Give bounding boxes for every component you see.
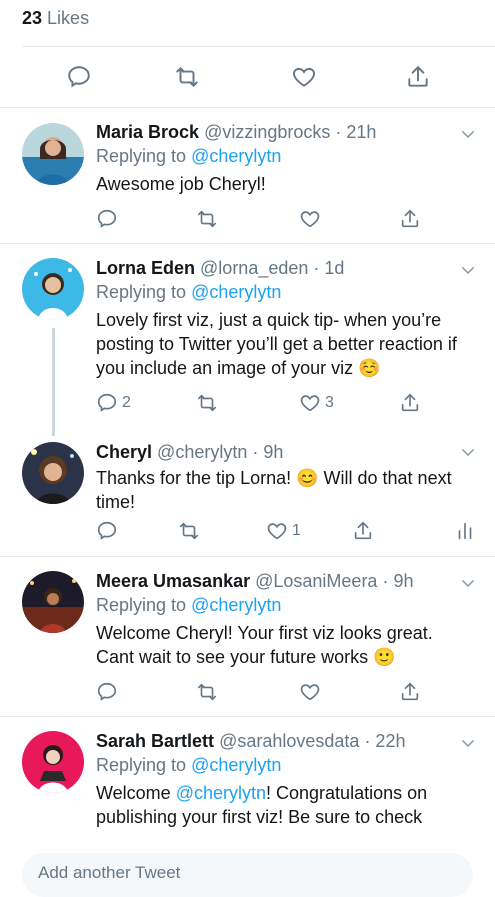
thread-line bbox=[52, 328, 55, 436]
replying-label: Replying to bbox=[96, 282, 187, 302]
like-button[interactable]: 1 bbox=[266, 520, 301, 542]
composer-placeholder: Add another Tweet bbox=[38, 863, 181, 882]
reply-count: 2 bbox=[122, 394, 131, 411]
share-button[interactable] bbox=[352, 520, 374, 542]
chevron-down-icon[interactable] bbox=[459, 734, 477, 752]
retweet-button[interactable] bbox=[196, 208, 218, 230]
chevron-down-icon[interactable] bbox=[459, 574, 477, 592]
retweet-icon[interactable] bbox=[174, 64, 200, 90]
mention-link[interactable]: @cherylytn bbox=[191, 146, 281, 166]
tweet-text: Welcome @cherylytn! Congratulations on p… bbox=[96, 781, 471, 829]
author-handle[interactable]: @sarahlovesdata bbox=[219, 731, 359, 751]
like-icon[interactable] bbox=[291, 64, 317, 90]
author-name[interactable]: Sarah Bartlett bbox=[96, 731, 214, 751]
analytics-icon bbox=[454, 520, 476, 542]
retweet-button[interactable] bbox=[178, 520, 200, 542]
timestamp: · 22h bbox=[364, 731, 406, 751]
mention-link[interactable]: @cherylytn bbox=[191, 595, 281, 615]
replying-label: Replying to bbox=[96, 146, 187, 166]
reply-tweet[interactable]: Sarah Bartlett @sarahlovesdata · 22h Rep… bbox=[0, 717, 495, 847]
timestamp: · 9h bbox=[382, 571, 414, 591]
timestamp: · 9h bbox=[252, 442, 284, 462]
retweet-icon bbox=[196, 208, 218, 230]
like-count: 3 bbox=[325, 394, 334, 411]
avatar[interactable] bbox=[22, 123, 84, 185]
reply-icon bbox=[96, 681, 118, 703]
like-icon bbox=[299, 392, 321, 414]
chevron-down-icon[interactable] bbox=[459, 443, 477, 461]
reply-button[interactable] bbox=[96, 520, 118, 542]
mention-link[interactable]: @cherylytn bbox=[191, 282, 281, 302]
tweet-text: Welcome Cheryl! Your first viz looks gre… bbox=[96, 623, 433, 667]
author-handle[interactable]: @LosaniMeera bbox=[255, 571, 377, 591]
like-button[interactable] bbox=[299, 208, 321, 230]
mention-link[interactable]: @cherylytn bbox=[176, 783, 266, 803]
like-count: 1 bbox=[292, 522, 301, 539]
share-button[interactable] bbox=[399, 681, 421, 703]
like-button[interactable]: 3 bbox=[299, 392, 334, 414]
chevron-down-icon[interactable] bbox=[459, 125, 477, 143]
timestamp: · 1d bbox=[313, 258, 345, 278]
author-handle[interactable]: @cherylytn bbox=[157, 442, 247, 462]
author-name[interactable]: Meera Umasankar bbox=[96, 571, 250, 591]
likes-summary[interactable]: 23 Likes bbox=[0, 0, 495, 46]
tweet-actions bbox=[96, 208, 471, 232]
share-icon bbox=[399, 681, 421, 703]
share-icon bbox=[399, 392, 421, 414]
reply-icon bbox=[96, 208, 118, 230]
author-name[interactable]: Maria Brock bbox=[96, 122, 199, 142]
share-icon bbox=[352, 520, 374, 542]
mention-link[interactable]: @cherylytn bbox=[191, 755, 281, 775]
reply-button[interactable]: 2 bbox=[96, 392, 131, 414]
retweet-icon bbox=[178, 520, 200, 542]
reply-tweet[interactable]: Lorna Eden @lorna_eden · 1d Replying to … bbox=[0, 244, 495, 436]
retweet-icon bbox=[196, 681, 218, 703]
reply-icon bbox=[96, 520, 118, 542]
timestamp: · 21h bbox=[335, 122, 377, 142]
like-icon bbox=[299, 208, 321, 230]
share-button[interactable] bbox=[399, 208, 421, 230]
share-button[interactable] bbox=[399, 392, 421, 414]
analytics-button[interactable] bbox=[454, 520, 476, 542]
tweet-actions: 2 3 bbox=[96, 392, 471, 416]
reply-tweet[interactable]: Maria Brock @vizzingbrocks · 21h Replyin… bbox=[0, 108, 495, 242]
author-handle[interactable]: @vizzingbrocks bbox=[204, 122, 330, 142]
reply-tweet[interactable]: Cheryl @cherylytn · 9h Thanks for the ti… bbox=[0, 432, 495, 554]
avatar[interactable] bbox=[22, 258, 84, 320]
avatar[interactable] bbox=[22, 731, 84, 793]
reply-button[interactable] bbox=[96, 208, 118, 230]
author-name[interactable]: Lorna Eden bbox=[96, 258, 195, 278]
avatar[interactable] bbox=[22, 442, 84, 504]
reply-tweet[interactable]: Meera Umasankar @LosaniMeera · 9h Replyi… bbox=[0, 557, 495, 715]
replying-label: Replying to bbox=[96, 595, 187, 615]
likes-label: Likes bbox=[47, 8, 90, 28]
add-tweet-input[interactable]: Add another Tweet bbox=[22, 853, 473, 897]
reply-button[interactable] bbox=[96, 681, 118, 703]
tweet-actions: 1 bbox=[96, 520, 477, 544]
author-handle[interactable]: @lorna_eden bbox=[200, 258, 308, 278]
retweet-button[interactable] bbox=[196, 681, 218, 703]
like-button[interactable] bbox=[299, 681, 321, 703]
author-name[interactable]: Cheryl bbox=[96, 442, 152, 462]
reply-icon bbox=[96, 392, 118, 414]
likes-count: 23 bbox=[22, 8, 43, 28]
tweet-text: Lovely first viz, just a quick tip- when… bbox=[96, 310, 457, 378]
like-icon bbox=[266, 520, 288, 542]
replying-label: Replying to bbox=[96, 755, 187, 775]
tweet-text: Thanks for the tip Lorna! 😊 Will do that… bbox=[96, 468, 452, 512]
share-icon bbox=[399, 208, 421, 230]
main-tweet-actions bbox=[0, 47, 495, 107]
chevron-down-icon[interactable] bbox=[459, 261, 477, 279]
tweet-text-prefix: Welcome bbox=[96, 783, 176, 803]
retweet-icon bbox=[196, 392, 218, 414]
avatar[interactable] bbox=[22, 571, 84, 633]
tweet-text: Awesome job Cheryl! bbox=[96, 174, 266, 194]
retweet-button[interactable] bbox=[196, 392, 218, 414]
reply-icon[interactable] bbox=[66, 64, 92, 90]
tweet-actions bbox=[96, 681, 471, 705]
share-icon[interactable] bbox=[405, 64, 431, 90]
like-icon bbox=[299, 681, 321, 703]
